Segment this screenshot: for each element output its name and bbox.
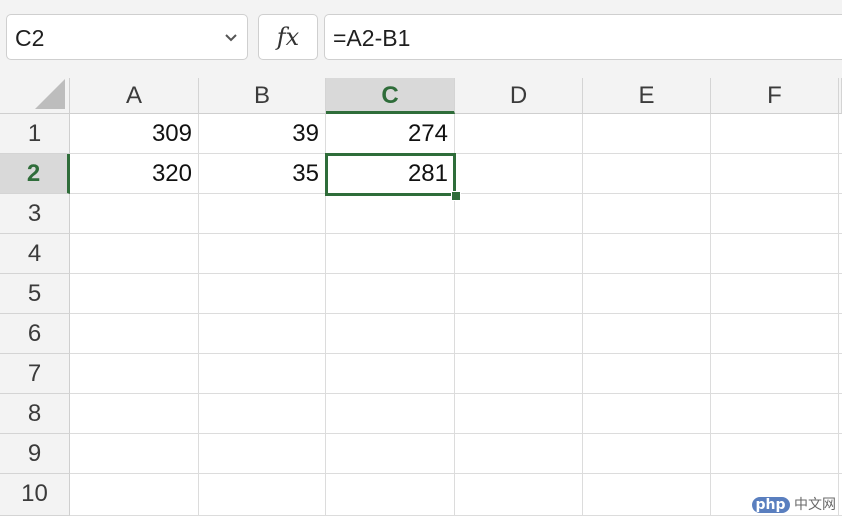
cell-c9[interactable] (326, 434, 455, 474)
cell-f1[interactable] (711, 114, 839, 154)
column-header-e[interactable]: E (583, 78, 711, 114)
row-header-6[interactable]: 6 (0, 314, 70, 354)
watermark-text: 中文网 (794, 497, 836, 513)
select-all-icon (35, 79, 65, 109)
cell-a9[interactable] (70, 434, 199, 474)
cell-d9[interactable] (455, 434, 583, 474)
row-header-10[interactable]: 10 (0, 474, 70, 516)
cell-c3[interactable] (326, 194, 455, 234)
cell-e8[interactable] (583, 394, 711, 434)
cell-f8[interactable] (711, 394, 839, 434)
column-header-a[interactable]: A (70, 78, 199, 114)
cell-c10[interactable] (326, 474, 455, 516)
row-header-4[interactable]: 4 (0, 234, 70, 274)
column-header-c[interactable]: C (326, 78, 455, 114)
row-header-9[interactable]: 9 (0, 434, 70, 474)
cell-d8[interactable] (455, 394, 583, 434)
cell-f7[interactable] (711, 354, 839, 394)
cell-d7[interactable] (455, 354, 583, 394)
cell-a1[interactable]: 309 (70, 114, 199, 154)
cell-b1[interactable]: 39 (199, 114, 326, 154)
cell-d3[interactable] (455, 194, 583, 234)
column-header-b[interactable]: B (199, 78, 326, 114)
cell-f4[interactable] (711, 234, 839, 274)
cell-e6[interactable] (583, 314, 711, 354)
row-header-2[interactable]: 2 (0, 154, 70, 194)
cell-b8[interactable] (199, 394, 326, 434)
select-all-button[interactable] (0, 78, 70, 114)
cell-f5[interactable] (711, 274, 839, 314)
cell-d6[interactable] (455, 314, 583, 354)
cell-b7[interactable] (199, 354, 326, 394)
cell-c4[interactable] (326, 234, 455, 274)
row-header-1[interactable]: 1 (0, 114, 70, 154)
row-header-5[interactable]: 5 (0, 274, 70, 314)
cell-e5[interactable] (583, 274, 711, 314)
cell-a4[interactable] (70, 234, 199, 274)
cell-d1[interactable] (455, 114, 583, 154)
cell-c2[interactable]: 281 (326, 154, 455, 194)
cell-a6[interactable] (70, 314, 199, 354)
column-header-f[interactable]: F (711, 78, 839, 114)
cell-a10[interactable] (70, 474, 199, 516)
cell-b4[interactable] (199, 234, 326, 274)
cell-e4[interactable] (583, 234, 711, 274)
cell-b5[interactable] (199, 274, 326, 314)
insert-function-button[interactable]: fx (258, 14, 318, 60)
row-header-3[interactable]: 3 (0, 194, 70, 234)
cell-d2[interactable] (455, 154, 583, 194)
cell-f9[interactable] (711, 434, 839, 474)
cell-d10[interactable] (455, 474, 583, 516)
cell-f6[interactable] (711, 314, 839, 354)
cell-e7[interactable] (583, 354, 711, 394)
cell-b10[interactable] (199, 474, 326, 516)
formula-input[interactable]: =A2-B1 (324, 14, 842, 60)
name-box[interactable]: C2 (6, 14, 248, 60)
cell-e9[interactable] (583, 434, 711, 474)
chevron-down-icon[interactable] (221, 27, 241, 47)
watermark: php 中文网 (751, 494, 836, 514)
cell-e2[interactable] (583, 154, 711, 194)
fill-handle[interactable] (451, 191, 461, 201)
cell-d5[interactable] (455, 274, 583, 314)
cell-b9[interactable] (199, 434, 326, 474)
row-header-7[interactable]: 7 (0, 354, 70, 394)
cell-a2[interactable]: 320 (70, 154, 199, 194)
name-box-value: C2 (15, 25, 45, 51)
formula-bar: C2 fx =A2-B1 (0, 0, 842, 79)
cell-c6[interactable] (326, 314, 455, 354)
watermark-badge: php (751, 497, 790, 513)
cell-f3[interactable] (711, 194, 839, 234)
cell-b2[interactable]: 35 (199, 154, 326, 194)
cell-a8[interactable] (70, 394, 199, 434)
cell-d4[interactable] (455, 234, 583, 274)
cell-f2[interactable] (711, 154, 839, 194)
cell-a3[interactable] (70, 194, 199, 234)
cell-e1[interactable] (583, 114, 711, 154)
cell-c1[interactable]: 274 (326, 114, 455, 154)
cell-a5[interactable] (70, 274, 199, 314)
cell-a7[interactable] (70, 354, 199, 394)
cell-b3[interactable] (199, 194, 326, 234)
cell-c8[interactable] (326, 394, 455, 434)
fx-icon: fx (276, 23, 300, 51)
cell-c7[interactable] (326, 354, 455, 394)
spreadsheet-grid: A B C D E F 1 2 3 4 5 6 7 8 9 10 309 39 27… (0, 78, 842, 516)
cell-e10[interactable] (583, 474, 711, 516)
cell-b6[interactable] (199, 314, 326, 354)
cell-c5[interactable] (326, 274, 455, 314)
row-header-8[interactable]: 8 (0, 394, 70, 434)
cell-e3[interactable] (583, 194, 711, 234)
column-header-d[interactable]: D (455, 78, 583, 114)
formula-value: =A2-B1 (333, 25, 411, 51)
